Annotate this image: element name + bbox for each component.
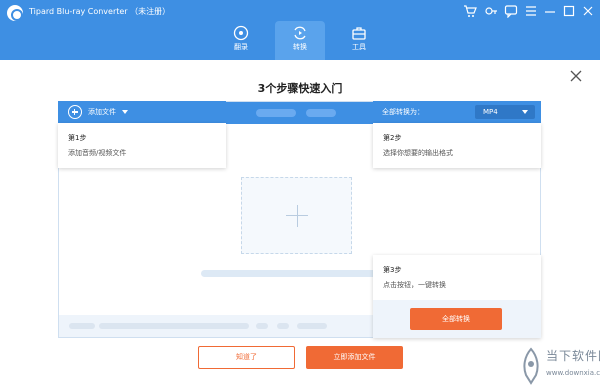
key-icon[interactable] [484,4,498,18]
minimize-icon[interactable] [543,4,557,18]
add-circle-icon [68,105,82,119]
progress-placeholder [201,270,381,277]
convert-all-format-bar: 全部转换为： MP4 [373,101,541,123]
chevron-down-icon [522,110,528,114]
app-logo-icon [7,5,23,21]
format-value: MP4 [483,108,498,116]
convert-all-button[interactable]: 全部转换 [410,308,502,330]
step2-title: 第2步 [383,134,402,142]
add-files-button[interactable]: 添加文件 [58,101,226,123]
tab-ripper-label: 翻录 [234,43,248,51]
cart-icon[interactable] [463,4,477,18]
drop-zone[interactable] [241,177,352,254]
got-it-button[interactable]: 知道了 [198,346,295,369]
toolbar-tab-placeholder [306,109,336,117]
convert-icon [294,26,306,40]
disc-icon [233,25,249,41]
step1-desc: 添加音频/视频文件 [68,149,127,157]
window-close-icon[interactable] [581,4,595,18]
tab-converter-label: 转换 [293,43,307,51]
app-title: Tipard Blu-ray Converter （未注册） [29,7,171,16]
tab-toolbox-label: 工具 [352,43,366,51]
format-select[interactable]: MP4 [475,105,535,119]
step3-title: 第3步 [383,266,402,274]
watermark-logo-icon [523,347,539,385]
tab-toolbox[interactable]: 工具 [334,21,384,60]
step2-desc: 选择你想要的输出格式 [383,149,453,157]
add-files-now-button[interactable]: 立即添加文件 [306,346,403,369]
maximize-icon[interactable] [562,4,576,18]
step2-card: 第2步 选择你想要的输出格式 [373,123,541,168]
watermark-text: 当下软件园 [546,349,600,363]
add-files-label: 添加文件 [88,108,116,116]
chat-icon[interactable] [504,4,518,18]
menu-icon[interactable] [524,4,538,18]
site-watermark: 当下软件园 www.downxia.com [516,343,600,389]
toolbar-tab-placeholder [256,109,296,117]
step1-card: 第1步 添加音频/视频文件 [58,123,226,168]
watermark-url: www.downxia.com [546,369,600,377]
step3-desc: 点击按钮，一键转换 [383,281,446,289]
title-bar: Tipard Blu-ray Converter （未注册） 翻录 转换 工具 [0,0,600,60]
tab-converter[interactable]: 转换 [275,21,325,60]
step3-card: 第3步 点击按钮，一键转换 全部转换 [373,255,541,338]
guide-heading: 3个步骤快速入门 [257,82,343,95]
toolbox-icon [352,27,366,40]
chevron-down-icon[interactable] [122,110,128,114]
step1-title: 第1步 [68,134,87,142]
convert-all-label: 全部转换为： [382,108,424,116]
tab-ripper[interactable]: 翻录 [216,21,266,60]
